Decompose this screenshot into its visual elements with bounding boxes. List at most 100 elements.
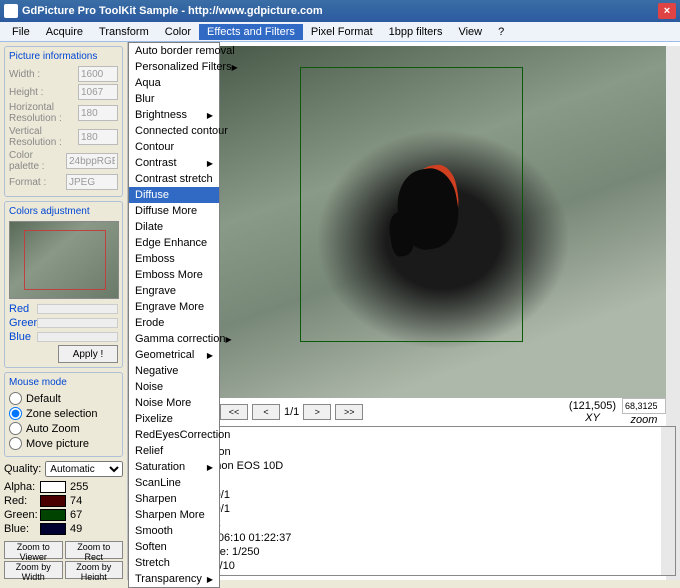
- menu-pixel-format[interactable]: Pixel Format: [303, 24, 381, 40]
- colors-thumbnail: [9, 221, 119, 299]
- hres-label: Horizontal Resolution :: [9, 102, 76, 124]
- blue-slider[interactable]: [37, 332, 118, 342]
- red-label: Red:: [4, 495, 36, 507]
- menu-transform[interactable]: Transform: [91, 24, 157, 40]
- image-viewport[interactable]: [220, 46, 666, 398]
- menuitem-dilate[interactable]: Dilate: [129, 219, 219, 235]
- menuitem-redeyescorrection[interactable]: RedEyesCorrection: [129, 427, 219, 443]
- menu--[interactable]: ?: [490, 24, 512, 40]
- zoom-to-viewer-button[interactable]: Zoom to Viewer: [4, 541, 63, 559]
- menuitem-aqua[interactable]: Aqua: [129, 75, 219, 91]
- page-position: 1/1: [284, 406, 299, 418]
- format-label: Format :: [9, 177, 64, 188]
- height-input[interactable]: [78, 84, 118, 100]
- blue-slider-label: Blue: [9, 331, 37, 343]
- radio-icon[interactable]: [9, 392, 22, 405]
- blue-swatch: [40, 523, 66, 535]
- next-page-button[interactable]: >: [303, 404, 331, 420]
- red-slider[interactable]: [37, 304, 118, 314]
- menuitem-noise-more[interactable]: Noise More: [129, 395, 219, 411]
- menuitem-noise[interactable]: Noise: [129, 379, 219, 395]
- menuitem-blur[interactable]: Blur: [129, 91, 219, 107]
- vres-input[interactable]: [78, 129, 118, 145]
- width-input[interactable]: [78, 66, 118, 82]
- menuitem-soften[interactable]: Soften: [129, 539, 219, 555]
- chevron-right-icon: ▶: [225, 335, 231, 344]
- menuitem-edge-enhance[interactable]: Edge Enhance: [129, 235, 219, 251]
- radio-icon[interactable]: [9, 407, 22, 420]
- menu-effects-and-filters[interactable]: Effects and Filters: [199, 24, 303, 40]
- mouse-mode-group: Mouse mode Default Zone selection Auto Zoo…: [4, 372, 123, 457]
- selection-rectangle[interactable]: [300, 67, 523, 342]
- menuitem-contrast-stretch[interactable]: Contrast stretch: [129, 171, 219, 187]
- zoom-input[interactable]: [622, 398, 666, 414]
- menuitem-saturation[interactable]: Saturation▶: [129, 459, 219, 475]
- menu-color[interactable]: Color: [157, 24, 199, 40]
- menubar: FileAcquireTransformColorEffects and Fil…: [0, 22, 680, 42]
- menuitem-engrave-more[interactable]: Engrave More: [129, 299, 219, 315]
- alpha-value: 255: [70, 481, 88, 493]
- mouse-mode-auto-zoom[interactable]: Auto Zoom: [9, 422, 118, 435]
- menu-view[interactable]: View: [450, 24, 490, 40]
- prev-page-button[interactable]: <: [252, 404, 280, 420]
- chevron-right-icon: ▶: [232, 63, 238, 72]
- menuitem-engrave[interactable]: Engrave: [129, 283, 219, 299]
- zoom-to-rect-button[interactable]: Zoom to Rect: [65, 541, 124, 559]
- menuitem-negative[interactable]: Negative: [129, 363, 219, 379]
- tags-scrollbar[interactable]: [661, 427, 675, 575]
- menuitem-sharpen-more[interactable]: Sharpen More: [129, 507, 219, 523]
- menuitem-personalized-filters[interactable]: Personalized Filters▶: [129, 59, 219, 75]
- menuitem-contrast[interactable]: Contrast▶: [129, 155, 219, 171]
- hres-input[interactable]: [78, 105, 118, 121]
- first-page-button[interactable]: <<: [220, 404, 248, 420]
- menuitem-brightness[interactable]: Brightness▶: [129, 107, 219, 123]
- palette-input[interactable]: [66, 153, 118, 169]
- green-label: Green:: [4, 509, 36, 521]
- close-button[interactable]: ×: [658, 3, 676, 19]
- palette-label: Color palette :: [9, 150, 64, 172]
- green-slider-label: Green: [9, 317, 37, 329]
- mouse-mode-move-picture[interactable]: Move picture: [9, 437, 118, 450]
- format-input[interactable]: [66, 174, 118, 190]
- menuitem-relief[interactable]: Relief: [129, 443, 219, 459]
- menuitem-stretch[interactable]: Stretch: [129, 555, 219, 571]
- green-swatch: [40, 509, 66, 521]
- menuitem-pixelize[interactable]: Pixelize: [129, 411, 219, 427]
- menuitem-erode[interactable]: Erode: [129, 315, 219, 331]
- chevron-right-icon: ▶: [207, 111, 213, 120]
- menu-1bpp-filters[interactable]: 1bpp filters: [381, 24, 451, 40]
- apply-button[interactable]: Apply !: [58, 345, 118, 363]
- zoom-by-width-button[interactable]: Zoom by Width: [4, 561, 63, 579]
- menuitem-contour[interactable]: Contour: [129, 139, 219, 155]
- menuitem-transparency[interactable]: Transparency▶: [129, 571, 219, 587]
- mouse-mode-default[interactable]: Default: [9, 392, 118, 405]
- menuitem-geometrical[interactable]: Geometrical▶: [129, 347, 219, 363]
- main-area: Auto border removalPersonalized Filters▶…: [128, 42, 680, 580]
- menuitem-sharpen[interactable]: Sharpen: [129, 491, 219, 507]
- zoom-by-height-button[interactable]: Zoom by Height: [65, 561, 124, 579]
- menuitem-scanline[interactable]: ScanLine: [129, 475, 219, 491]
- menuitem-emboss[interactable]: Emboss: [129, 251, 219, 267]
- menu-acquire[interactable]: Acquire: [38, 24, 91, 40]
- menuitem-emboss-more[interactable]: Emboss More: [129, 267, 219, 283]
- pager: << < 1/1 > >> (121,505) XY zoom: [220, 400, 666, 424]
- menuitem-auto-border-removal[interactable]: Auto border removal: [129, 43, 219, 59]
- menuitem-diffuse-more[interactable]: Diffuse More: [129, 203, 219, 219]
- red-swatch: [40, 495, 66, 507]
- menu-file[interactable]: File: [4, 24, 38, 40]
- picture-info-group: Picture informations Width : Height : Ho…: [4, 46, 123, 197]
- radio-icon[interactable]: [9, 437, 22, 450]
- zoom-buttons-group: Zoom to ViewerZoom to Rect Zoom by Width…: [4, 541, 123, 580]
- mouse-mode-zone-selection[interactable]: Zone selection: [9, 407, 118, 420]
- menuitem-smooth[interactable]: Smooth: [129, 523, 219, 539]
- quality-select[interactable]: Automatic: [45, 461, 123, 477]
- green-slider[interactable]: [37, 318, 118, 328]
- left-panel: Picture informations Width : Height : Ho…: [0, 42, 128, 580]
- menuitem-gamma-correction[interactable]: Gamma correction▶: [129, 331, 219, 347]
- menuitem-connected-contour[interactable]: Connected contour: [129, 123, 219, 139]
- menuitem-diffuse[interactable]: Diffuse: [129, 187, 219, 203]
- radio-icon[interactable]: [9, 422, 22, 435]
- mouse-mode-title: Mouse mode: [9, 377, 118, 388]
- last-page-button[interactable]: >>: [335, 404, 363, 420]
- effects-dropdown: Auto border removalPersonalized Filters▶…: [128, 42, 220, 588]
